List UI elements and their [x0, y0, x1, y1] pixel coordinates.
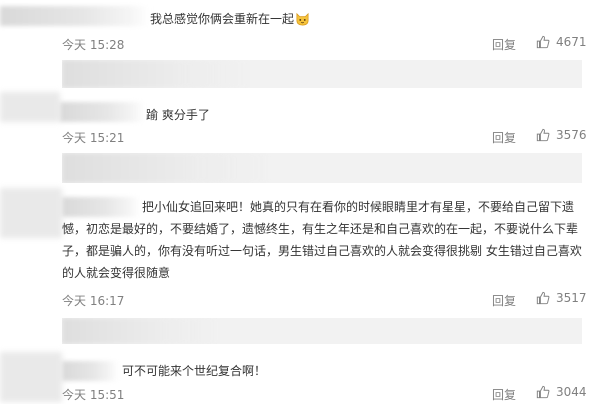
comment-item: 把小仙女追回来吧！她真的只有在看你的时候眼睛里才有星星，不要给自己留下遗憾，初恋…: [0, 192, 604, 312]
comment-item: 可不可能来个世纪复合啊！ 今天 15:51 回复 3044: [0, 356, 604, 404]
like-button[interactable]: 3044: [536, 385, 587, 399]
like-button[interactable]: 3517: [536, 291, 587, 305]
thumbs-up-icon: [536, 35, 550, 49]
comment-time: 今天 15:51: [62, 388, 125, 402]
reply-button[interactable]: 回复: [492, 129, 516, 146]
blurred-username: [62, 361, 118, 381]
comment-text: 我总感觉你俩会重新在一起: [150, 8, 590, 30]
comment-time: 今天 16:17: [62, 294, 125, 308]
cat-face-icon: [295, 11, 310, 26]
comment-item: 踰 爽分手了 今天 15:21 回复 3576: [0, 96, 604, 156]
blurred-username: [0, 6, 150, 26]
sub-comment-block: [62, 60, 582, 88]
like-button[interactable]: 3576: [536, 128, 587, 142]
thumbs-up-icon: [536, 291, 550, 305]
comment-item: 我总感觉你俩会重新在一起 今天 15:28 回复 4671: [0, 0, 604, 60]
thumbs-up-icon: [536, 385, 550, 399]
like-count: 3576: [556, 128, 587, 142]
reply-button[interactable]: 回复: [492, 36, 516, 53]
like-button[interactable]: 4671: [536, 35, 587, 49]
like-count: 3517: [556, 291, 587, 305]
blurred-sub-comment: [62, 153, 272, 183]
sub-comment-block: [62, 153, 582, 183]
comment-text: 可不可能来个世纪复合啊！: [122, 364, 267, 378]
blurred-username: [60, 102, 145, 122]
reply-button[interactable]: 回复: [492, 292, 516, 309]
sub-comment-block: [62, 318, 582, 344]
blurred-sub-comment: [62, 318, 222, 344]
reply-button[interactable]: 回复: [492, 386, 516, 403]
blurred-sub-comment: [62, 60, 252, 88]
comment-time: 今天 15:21: [62, 131, 125, 145]
thumbs-up-icon: [536, 128, 550, 142]
comment-text: 踰 爽分手了: [146, 108, 210, 122]
like-count: 3044: [556, 385, 587, 399]
like-count: 4671: [556, 35, 587, 49]
comment-text: 把小仙女追回来吧！她真的只有在看你的时候眼睛里才有星星，不要给自己留下遗憾，初恋…: [62, 200, 582, 280]
comment-time: 今天 15:28: [62, 38, 125, 52]
